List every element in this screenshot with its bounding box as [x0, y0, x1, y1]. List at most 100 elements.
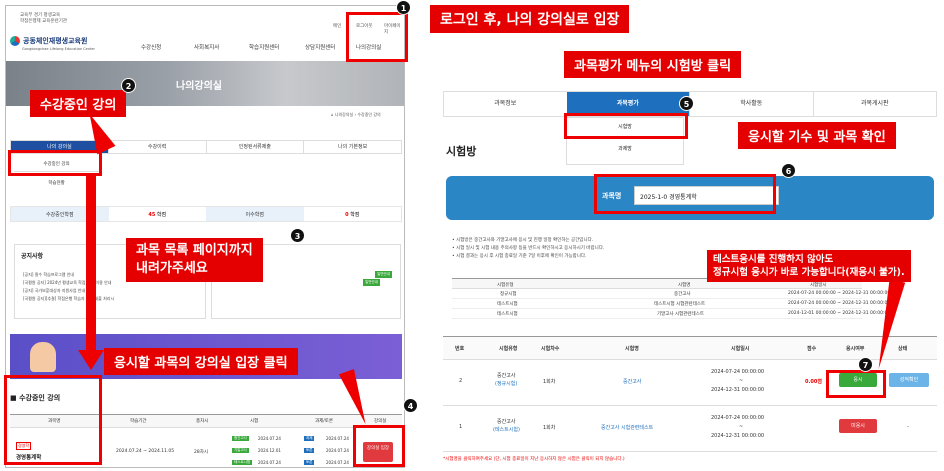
highlight-exam-room	[564, 113, 688, 139]
discussion-date: 2024.07.24	[326, 460, 349, 465]
step-number-7: 7	[858, 357, 873, 372]
col-exams: 시험	[250, 419, 259, 424]
sched-date: 2024-07-24 00:00:00 ~ 2024-12-31 00:00:0…	[788, 291, 891, 296]
logo-name: 공동체인재평생교육원	[23, 37, 88, 45]
nav-counsel-center[interactable]: 상담지원센터	[305, 43, 335, 51]
callout-1: 로그인 후, 나의 강의실로 입장	[430, 5, 630, 33]
logo-mark-icon	[10, 36, 20, 46]
tab-basic-info[interactable]: 나의 기본정보	[303, 141, 401, 153]
arrow-down-head	[78, 350, 104, 370]
exam-badge-final: 기말고사	[232, 448, 249, 453]
callout-7-line-1: 테스트응시를 진행하지 않아도	[713, 254, 834, 265]
logo-small-line-2: 학점은행제 교육훈련기관	[20, 19, 67, 24]
tab-documents[interactable]: 인정된서류제출	[205, 141, 304, 153]
callout-3: 과목 목록 페이지까지 내려가주세요	[126, 238, 263, 282]
page-title: 시험방	[446, 145, 477, 158]
credit-stats: 수강중인학점 45 학점 이수학점 0 학점	[10, 206, 402, 222]
sched-col-name: 시험명	[678, 283, 691, 288]
highlight-course-name	[4, 375, 102, 465]
exam-round: 1회차	[543, 425, 556, 431]
exam-col-name: 시험명	[625, 346, 639, 352]
step-number-2: 2	[121, 78, 136, 93]
tab-history[interactable]: 수강이력	[107, 141, 206, 153]
col-sessions: 총차시	[196, 419, 209, 424]
exam-col-attend: 응시여부	[846, 346, 865, 352]
notice-item[interactable]: [국평원 공지][추결] 학점은행 학습자 포털 제출 처리시	[23, 296, 114, 302]
exam-end: 2024-12-31 00:00:00	[711, 433, 765, 439]
badge-general: 일반안내	[363, 279, 380, 286]
tab-academic-activity[interactable]: 학사활동	[689, 92, 813, 116]
highlight-subject	[594, 174, 776, 214]
notice-item[interactable]: [국평원 공지] 2024년 평생교육 학점 인정 이용 안내	[23, 280, 111, 286]
schedule-row: 테스트시험 기말고사 시험관련테스트 2024-12-01 00:00:00 ~…	[452, 309, 890, 319]
sched-type: 테스트시험	[497, 302, 518, 307]
exam-start: 2024-07-24 00:00:00	[711, 369, 765, 375]
footnote: *시험명을 클릭하여주세요 (단, 시험 종료일이 지난 응시하지 않은 시험은…	[443, 457, 625, 462]
completed-credits-number: 0	[345, 212, 349, 218]
task-badge: 과제	[304, 436, 315, 441]
sched-date: 2024-12-01 00:00:00 ~ 2024-12-31 00:00:0…	[788, 311, 891, 316]
step-number-1: 1	[396, 0, 411, 15]
notice-item[interactable]: [공지] 국가보훈대상자 지원사업 안내	[23, 288, 85, 294]
badge-general: 일반안내	[375, 271, 392, 278]
discussion-badge: 토론	[304, 448, 315, 453]
tab-subject-board[interactable]: 과목게시판	[812, 92, 937, 116]
exam-name-link[interactable]: 중간고사	[623, 378, 641, 385]
schedule-row: 정규시험 중간고사 2024-07-24 00:00:00 ~ 2024-12-…	[452, 289, 890, 299]
tab-subject-info[interactable]: 과목정보	[444, 92, 567, 116]
highlight-my-classroom	[346, 12, 408, 62]
sched-col-type: 시험유형	[497, 283, 514, 288]
callout-7: 테스트응시를 진행하지 않아도 정규시험 응시가 바로 가능합니다(재응시 불가…	[707, 250, 911, 282]
exam-row: 1 중간고사 (테스트시험) 1회차 중간고사 시험관련테스트 2024-07-…	[443, 406, 937, 452]
callout-5: 과목평가 메뉴의 시험방 클릭	[564, 51, 742, 78]
info-line: • 시험방은 중간고사와 기말고사에 응시 및 진행 일정 확인하는 공간입니다…	[452, 238, 594, 243]
breadcrumb: ⌂ 나의강의실 › 수강중인 강의	[331, 112, 381, 117]
exam-badge-midterm: 중간고사	[232, 436, 249, 441]
callout-3-line-1: 과목 목록 페이지까지	[136, 243, 253, 258]
discussion-badge: 토론	[304, 460, 315, 465]
exam-col-type: 시험유형	[499, 346, 518, 352]
nav-social-worker[interactable]: 사회복지사	[194, 43, 219, 51]
current-credits-number: 45	[148, 212, 156, 218]
step-number-3: 3	[290, 228, 305, 243]
menu-item-assignment-room[interactable]: 과제방	[567, 140, 683, 158]
current-credits-value: 45 학점	[109, 207, 207, 221]
course-period: 2024.07.24 ~ 2024.11.05	[116, 449, 175, 454]
exam-col-status: 상태	[898, 346, 908, 352]
callout-3-line-2: 내려가주세요	[136, 261, 208, 276]
exam-col-score: 점수	[807, 346, 817, 352]
top-link-main[interactable]: 메인	[333, 23, 341, 29]
exam-tilde: ~	[739, 378, 744, 384]
highlight-current-courses	[8, 150, 102, 176]
sched-date: 2024-07-24 00:00:00 ~ 2024-12-31 00:00:0…	[788, 301, 891, 306]
nav-course-register[interactable]: 수강신청	[141, 43, 161, 51]
info-line: • 시험 결과는 응시 후 시험 종료일 기준 7일 이후에 확인이 가능합니다…	[452, 254, 587, 259]
nav-learning-center[interactable]: 학습지원센터	[249, 43, 279, 51]
exam-start: 2024-07-24 00:00:00	[711, 415, 765, 421]
exam-col-round: 시험차수	[541, 346, 560, 352]
schedule-table: 시험유형 시험명 시험일시 정규시험 중간고사 2024-07-24 00:00…	[452, 278, 890, 319]
course-sessions: 28차시	[194, 450, 209, 455]
sched-name: 기말고사 시험관련테스트	[657, 312, 704, 317]
exam-no: 2	[459, 378, 463, 384]
sched-name: 중간고사	[674, 292, 691, 297]
exam-status: -	[907, 424, 909, 430]
task-date: 2024.07.24	[326, 436, 349, 441]
site-logo[interactable]: 공동체인재평생교육원	[10, 36, 87, 46]
step-number-5: 5	[679, 96, 694, 111]
notice-item[interactable]: [공지] 필수 학습프로그램 안내	[23, 272, 74, 278]
callout-2: 수강중인 강의	[30, 90, 127, 117]
callout-6: 응시할 기수 및 과목 확인	[738, 122, 896, 149]
exam-date: 2024.07.24	[258, 436, 281, 441]
exam-type: 중간고사	[497, 419, 516, 425]
logo-subtitle: Gongdongchae Lifelong Education Center	[22, 47, 95, 51]
exam-name-link[interactable]: 중간고사 시험관련테스트	[601, 424, 653, 431]
discussion-date: 2024.07.24	[326, 448, 349, 453]
not-taken-button[interactable]: 미응시	[839, 419, 877, 433]
sched-name: 테스트시험 시험관련테스트	[654, 302, 706, 307]
step-number-6: 6	[781, 163, 796, 178]
exam-type: 중간고사	[497, 373, 516, 379]
exam-col-no: 번호	[455, 346, 465, 352]
check-grade-button[interactable]: 성적확인	[889, 373, 929, 387]
callout-4: 응시할 과목의 강의실 입장 클릭	[104, 348, 298, 375]
